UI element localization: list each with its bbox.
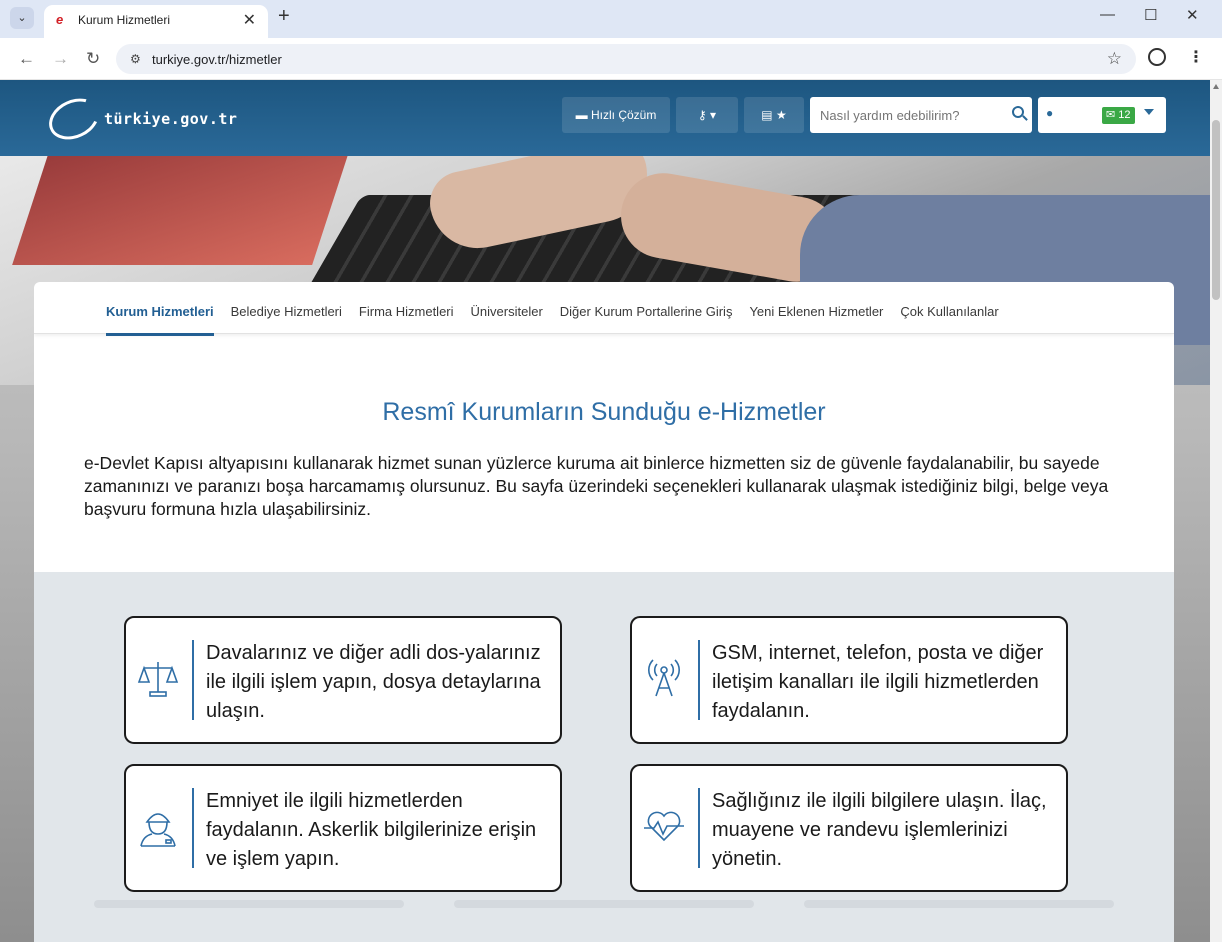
address-bar[interactable]: ⚙ turkiye.gov.tr/hizmetler ☆ (116, 44, 1136, 74)
tab-belediye-hizmetleri[interactable]: Belediye Hizmetleri (231, 304, 342, 319)
user-menu[interactable]: ● ✉ 12 (1038, 97, 1166, 133)
tab-diger-kurum-portalleri[interactable]: Diğer Kurum Portallerine Giriş (560, 304, 733, 319)
turkiye-favicon-icon: e (56, 12, 64, 27)
key-icon: ⚷ (697, 108, 707, 122)
profile-icon[interactable] (1148, 48, 1166, 66)
tab-search-button[interactable]: ⌄ (10, 7, 34, 29)
site-logo[interactable]: türkiye.gov.tr (42, 90, 238, 148)
chevron-down-icon[interactable] (1144, 109, 1154, 115)
service-grid: Davalarınız ve diğer adli dos-yalarınız … (34, 572, 1174, 942)
maximize-icon[interactable]: ☐ (1144, 6, 1157, 24)
intro-text: e-Devlet Kapısı altyapısını kullanarak h… (84, 453, 1109, 519)
tab-universiteler[interactable]: Üniversiteler (471, 304, 543, 319)
site-info-icon[interactable]: ⚙ (130, 52, 141, 66)
service-text: Emniyet ile ilgili hizmetlerden faydalan… (206, 790, 537, 870)
tab-title: Kurum Hizmetleri (78, 13, 171, 27)
heartbeat-icon (644, 811, 684, 842)
service-text: Davalarınız ve diğer adli dos-yalarınız … (206, 642, 541, 722)
message-count: 12 (1118, 109, 1131, 121)
soldier-icon (140, 813, 176, 847)
antenna-icon (648, 659, 680, 697)
service-card-security[interactable]: Emniyet ile ilgili hizmetlerden faydalan… (124, 764, 562, 892)
service-tabs: Kurum Hizmetleri Belediye Hizmetleri Fir… (34, 282, 1174, 336)
search-icon[interactable] (1012, 106, 1024, 118)
service-card-communication[interactable]: GSM, internet, telefon, posta ve diğer i… (630, 616, 1068, 744)
tab-yeni-eklenen[interactable]: Yeni Eklenen Hizmetler (749, 304, 883, 319)
favorites-button[interactable]: ▤ ★ (744, 97, 804, 133)
site-viewport: türkiye.gov.tr ▬ Hızlı Çözüm ⚷ ▾ ▤ ★ ● ✉… (0, 80, 1210, 942)
browser-tab[interactable]: e Kurum Hizmetleri ✕ (44, 5, 268, 38)
close-tab-icon[interactable]: ✕ (243, 10, 256, 30)
service-card-justice[interactable]: Davalarınız ve diğer adli dos-yalarınız … (124, 616, 562, 744)
tab-cok-kullanilanlar[interactable]: Çok Kullanılanlar (900, 304, 998, 319)
scrollbar[interactable] (1210, 80, 1222, 942)
scales-icon (137, 662, 179, 697)
key-menu-button[interactable]: ⚷ ▾ (676, 97, 738, 133)
logo-text: türkiye.gov.tr (104, 110, 238, 128)
reload-icon[interactable]: ↻ (86, 49, 100, 69)
quick-solution-button[interactable]: ▬ Hızlı Çözüm (562, 97, 670, 133)
minimize-icon[interactable]: — (1100, 6, 1115, 23)
menu-kebab-icon[interactable]: ⋮ (1188, 47, 1204, 67)
user-icon: ● (1046, 106, 1054, 120)
service-card-health[interactable]: Sağlığınız ile ilgili bilgilere ulaşın. … (630, 764, 1068, 892)
quick-solution-label: Hızlı Çözüm (591, 108, 657, 122)
close-window-icon[interactable]: ✕ (1186, 6, 1199, 24)
site-search (810, 97, 1032, 133)
star-icon: ★ (775, 108, 787, 122)
service-text: GSM, internet, telefon, posta ve diğer i… (712, 642, 1044, 722)
tab-firma-hizmetleri[interactable]: Firma Hizmetleri (359, 304, 454, 319)
logo-swoosh-icon (42, 90, 106, 148)
site-header: türkiye.gov.tr ▬ Hızlı Çözüm ⚷ ▾ ▤ ★ ● ✉… (0, 80, 1210, 156)
back-icon[interactable]: ← (18, 49, 35, 69)
bookmark-star-icon[interactable]: ☆ (1107, 49, 1122, 69)
browser-tab-bar: ⌄ e Kurum Hizmetleri ✕ + — ☐ ✕ (0, 0, 1222, 38)
page-title: Resmî Kurumların Sunduğu e-Hizmetler (382, 398, 826, 426)
browser-toolbar: ← → ↻ ⚙ turkiye.gov.tr/hizmetler ☆ ⋮ (0, 38, 1222, 80)
message-badge[interactable]: ✉ 12 (1102, 107, 1135, 124)
tab-kurum-hizmetleri[interactable]: Kurum Hizmetleri (106, 304, 214, 336)
scroll-up-icon[interactable] (1213, 84, 1219, 89)
new-tab-button[interactable]: + (278, 5, 290, 28)
forward-icon[interactable]: → (52, 49, 69, 69)
id-card-icon: ▤ (761, 108, 773, 122)
search-input[interactable] (810, 97, 1000, 133)
url-text: turkiye.gov.tr/hizmetler (152, 52, 282, 67)
services-card: Kurum Hizmetleri Belediye Hizmetleri Fir… (34, 282, 1174, 942)
scroll-thumb[interactable] (1212, 120, 1220, 300)
service-text: Sağlığınız ile ilgili bilgilere ulaşın. … (712, 790, 1047, 870)
caret-down-icon: ▾ (710, 108, 717, 122)
chat-icon: ▬ (575, 108, 591, 122)
